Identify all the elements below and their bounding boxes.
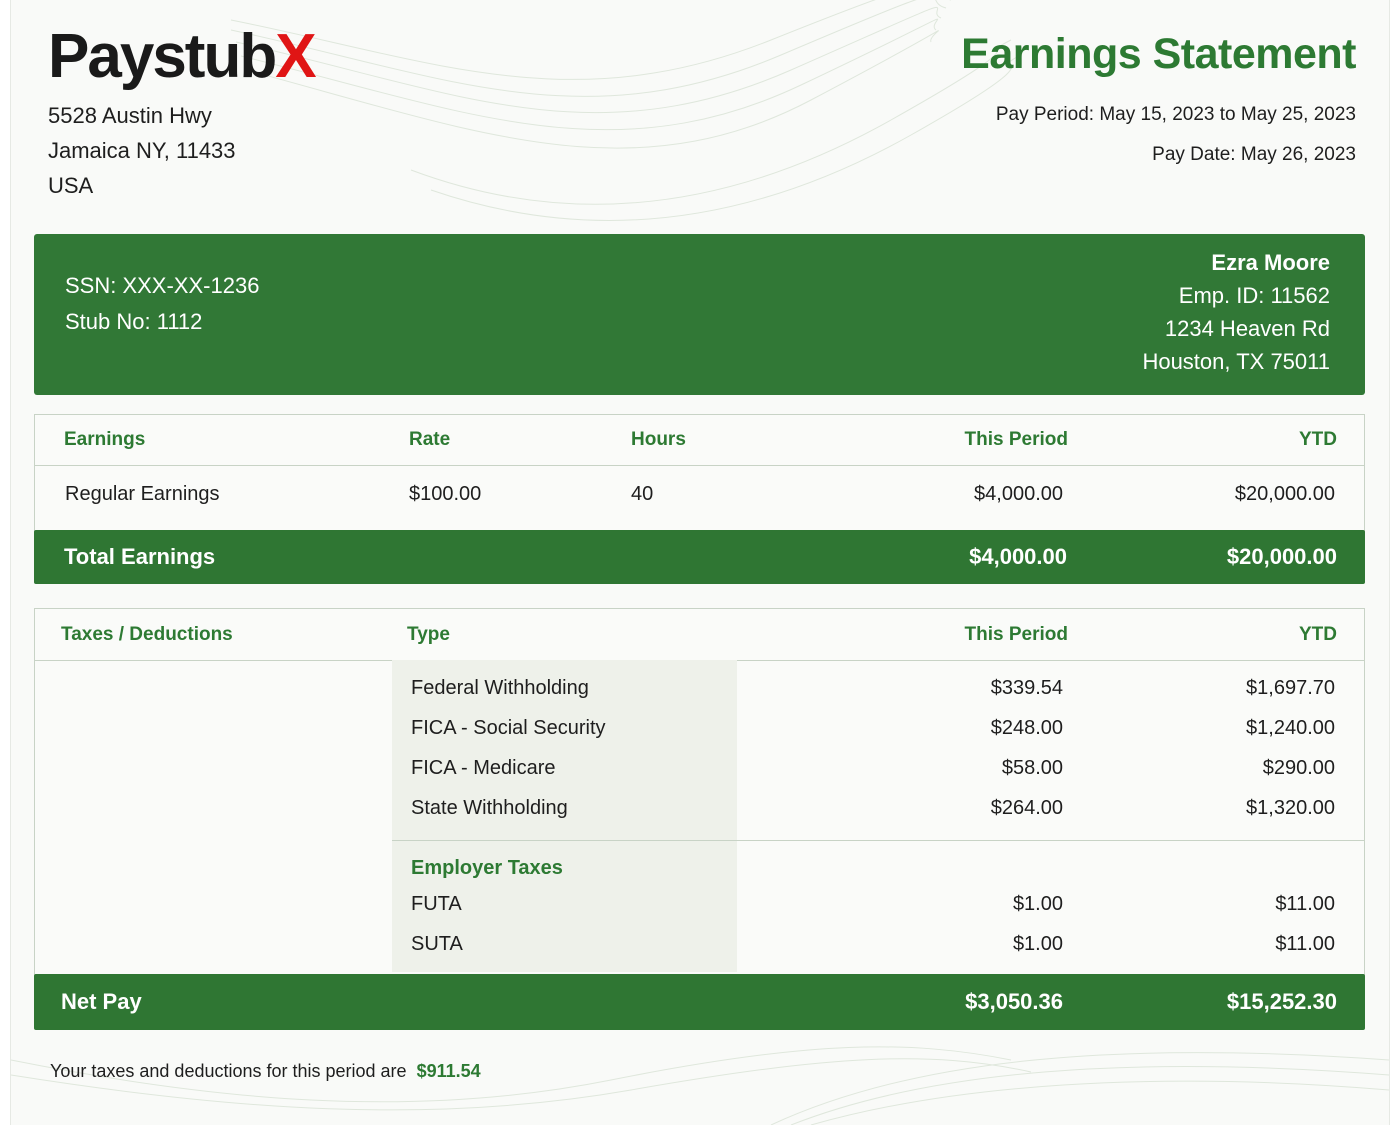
deduction-ytd: $1,240.00 bbox=[1246, 717, 1335, 739]
pay-period: Pay Period: May 15, 2023 to May 25, 2023 bbox=[995, 104, 1356, 125]
type-column-header: Type bbox=[407, 624, 450, 645]
total-earnings-this-period: $4,000.00 bbox=[969, 544, 1067, 569]
employee-address-line: Houston, TX 75011 bbox=[1142, 349, 1330, 374]
company-logo: PaystubX bbox=[48, 22, 317, 91]
deduction-type: FICA - Medicare bbox=[411, 757, 556, 779]
net-pay-label: Net Pay bbox=[61, 989, 142, 1014]
company-address: 5528 Austin Hwy Jamaica NY, 11433 USA bbox=[48, 98, 236, 203]
this-period-column-header: This Period bbox=[964, 429, 1068, 450]
footer-summary: Your taxes and deductions for this perio… bbox=[50, 1061, 481, 1082]
net-pay-this-period: $3,050.36 bbox=[965, 989, 1063, 1014]
employer-tax-this-period: $1.00 bbox=[1012, 893, 1063, 915]
company-address-line: USA bbox=[48, 173, 94, 198]
hours-column-header: Hours bbox=[631, 429, 686, 450]
earnings-label: Regular Earnings bbox=[65, 483, 220, 505]
employee-name: Ezra Moore bbox=[1211, 250, 1330, 275]
company-address-line: Jamaica NY, 11433 bbox=[48, 138, 236, 163]
deductions-table: Taxes / Deductions Type This Period YTD … bbox=[34, 608, 1365, 975]
ytd-column-header: YTD bbox=[1299, 429, 1337, 450]
deduction-ytd: $1,697.70 bbox=[1246, 677, 1335, 699]
earnings-header-row: Earnings Rate Hours This Period YTD bbox=[35, 415, 1364, 466]
deduction-ytd: $1,320.00 bbox=[1246, 797, 1335, 819]
employer-tax-type: FUTA bbox=[411, 893, 462, 915]
footer-text: Your taxes and deductions for this perio… bbox=[50, 1061, 407, 1081]
taxes-column-header: Taxes / Deductions bbox=[61, 624, 233, 645]
this-period-column-header: This Period bbox=[964, 624, 1068, 645]
deduction-ytd: $290.00 bbox=[1262, 757, 1335, 779]
deduction-this-period: $339.54 bbox=[990, 677, 1063, 699]
paystub-page: PaystubX 5528 Austin Hwy Jamaica NY, 114… bbox=[10, 0, 1390, 1125]
footer-total-deductions: $911.54 bbox=[416, 1061, 481, 1081]
net-pay-bar: Net Pay $3,050.36 $15,252.30 bbox=[34, 974, 1365, 1030]
employer-tax-type: SUTA bbox=[411, 933, 463, 955]
earnings-column-header: Earnings bbox=[64, 429, 146, 450]
stub-number: Stub No: 1112 bbox=[65, 309, 203, 334]
deduction-this-period: $58.00 bbox=[1001, 757, 1063, 779]
deduction-this-period: $248.00 bbox=[990, 717, 1063, 739]
deduction-type: FICA - Social Security bbox=[411, 717, 606, 739]
ytd-column-header: YTD bbox=[1299, 624, 1337, 645]
earnings-table: Earnings Rate Hours This Period YTD Regu… bbox=[34, 414, 1365, 532]
employer-tax-ytd: $11.00 bbox=[1275, 893, 1335, 915]
employee-info-band: SSN: XXX-XX-1236 Stub No: 1112 Ezra Moor… bbox=[34, 234, 1365, 395]
employer-taxes-heading: Employer Taxes bbox=[411, 857, 563, 879]
total-earnings-ytd: $20,000.00 bbox=[1226, 544, 1337, 569]
net-pay-ytd: $15,252.30 bbox=[1226, 989, 1337, 1014]
company-address-line: 5528 Austin Hwy bbox=[48, 103, 212, 128]
deductions-header-row: Taxes / Deductions Type This Period YTD bbox=[35, 609, 1364, 661]
deduction-type: State Withholding bbox=[411, 797, 568, 819]
employee-address-line: 1234 Heaven Rd bbox=[1164, 316, 1330, 341]
deduction-this-period: $264.00 bbox=[990, 797, 1063, 819]
deduction-type: Federal Withholding bbox=[411, 677, 589, 699]
pay-date: Pay Date: May 26, 2023 bbox=[1152, 144, 1356, 165]
ssn: SSN: XXX-XX-1236 bbox=[65, 273, 260, 298]
employer-tax-this-period: $1.00 bbox=[1012, 933, 1063, 955]
earnings-rate: $100.00 bbox=[409, 483, 482, 505]
statement-title: Earnings Statement bbox=[961, 30, 1356, 78]
employer-tax-ytd: $11.00 bbox=[1275, 933, 1335, 955]
earnings-hours: 40 bbox=[631, 483, 654, 505]
earnings-ytd: $20,000.00 bbox=[1234, 483, 1335, 505]
employee-id: Emp. ID: 11562 bbox=[1178, 283, 1330, 308]
section-divider bbox=[392, 840, 1364, 841]
total-earnings-label: Total Earnings bbox=[64, 544, 216, 569]
total-earnings-bar: Total Earnings $4,000.00 $20,000.00 bbox=[34, 530, 1365, 584]
rate-column-header: Rate bbox=[409, 429, 451, 450]
earnings-this-period: $4,000.00 bbox=[974, 483, 1063, 505]
